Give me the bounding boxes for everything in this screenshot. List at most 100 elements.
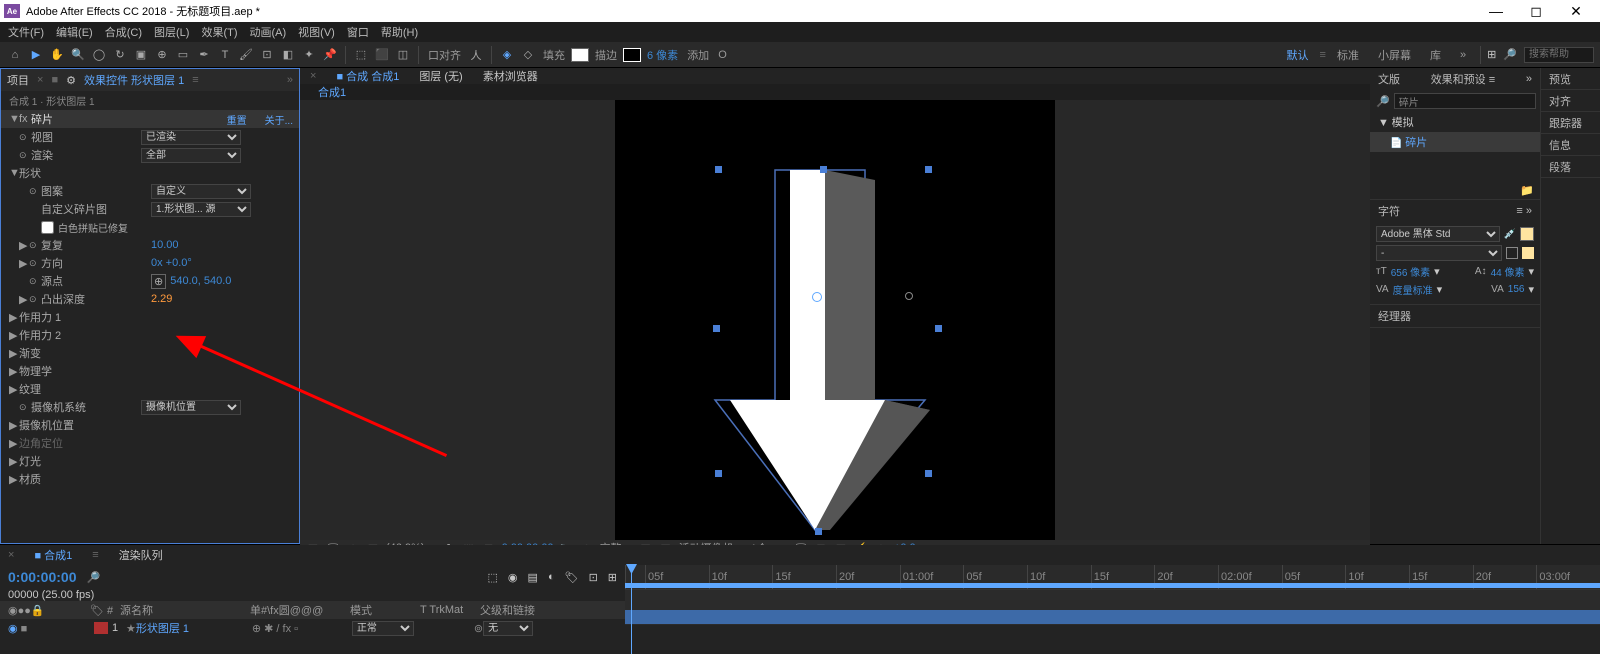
leading-value[interactable]: 44 像素	[1491, 264, 1525, 279]
font-style-select[interactable]: -	[1376, 245, 1502, 261]
workspace-small[interactable]: 小屏幕	[1370, 45, 1419, 65]
help-search-input[interactable]	[1524, 47, 1594, 63]
direction-value[interactable]: 0x +0.0°	[151, 257, 192, 269]
panel-more-icon[interactable]: »	[1526, 73, 1532, 85]
about-link[interactable]: 关于...	[265, 112, 293, 127]
maximize-button[interactable]: ◻	[1516, 3, 1556, 20]
timeline-tab-comp[interactable]: ■ 合成1	[34, 547, 72, 563]
menu-anim[interactable]: 动画(A)	[250, 24, 287, 40]
workspace-more-icon[interactable]: »	[1452, 47, 1474, 63]
rotate-tool[interactable]: ↻	[111, 46, 129, 64]
cam-sys-select[interactable]: 摄像机位置	[141, 400, 241, 415]
puppet-tool[interactable]: 📌	[321, 46, 339, 64]
viewer-tab-comp[interactable]: ■ 合成 合成1	[336, 68, 399, 84]
new-bin-icon[interactable]: 📁	[1370, 182, 1540, 199]
col-trkmat[interactable]: T TrkMat	[420, 604, 480, 616]
effect-name[interactable]: 碎片	[31, 111, 141, 127]
menu-comp[interactable]: 合成(C)	[105, 24, 142, 40]
fill-color-swatch[interactable]	[1522, 247, 1534, 259]
tab-effects-presets[interactable]: 效果和预设 ≡	[1431, 71, 1495, 87]
fx-search-input[interactable]	[1394, 93, 1536, 109]
playhead[interactable]	[631, 565, 632, 654]
layer-name[interactable]: 形状图层 1	[136, 620, 252, 636]
timeline-tab-queue[interactable]: 渲染队列	[119, 547, 163, 563]
add-menu-icon[interactable]: O	[718, 49, 727, 61]
eyedropper-icon[interactable]: 💉	[1504, 229, 1516, 240]
fill-label[interactable]: 填充	[543, 47, 565, 63]
local-axis-icon[interactable]: ⬚	[352, 46, 370, 64]
tl-opt7-icon[interactable]: ⊞	[608, 571, 617, 584]
origin-value[interactable]: 540.0, 540.0	[170, 275, 231, 287]
composition-canvas[interactable]	[615, 100, 1055, 540]
comp-breadcrumb[interactable]: 合成1	[300, 84, 1370, 100]
origin-crosshair-icon[interactable]: ⊕	[151, 274, 166, 289]
snap-label[interactable]: 口对齐	[428, 47, 461, 63]
panel-manager-header[interactable]: 经理器	[1370, 305, 1540, 327]
font-size-value[interactable]: 656 像素	[1391, 264, 1430, 279]
workspace-standard[interactable]: 标准	[1329, 45, 1367, 65]
zoom-tool[interactable]: 🔍	[69, 46, 87, 64]
menu-view[interactable]: 视图(V)	[298, 24, 335, 40]
white-tile-checkbox[interactable]	[41, 221, 54, 234]
layer-duration-bar[interactable]	[625, 610, 1600, 624]
tl-opt5-icon[interactable]: 🏷	[565, 571, 579, 584]
col-mode[interactable]: 模式	[350, 602, 420, 618]
col-parent[interactable]: 父级和链接	[480, 602, 535, 618]
kerning-value[interactable]: 度量标准	[1393, 282, 1433, 297]
eraser-tool[interactable]: ◧	[279, 46, 297, 64]
mask-mode-icon[interactable]: ◈	[498, 46, 516, 64]
fx-category[interactable]: 模拟	[1392, 117, 1414, 129]
tab-fx-controls[interactable]: 效果控件 形状图层 1	[84, 72, 184, 88]
tl-opt2-icon[interactable]: ◉	[508, 571, 518, 584]
panel-menu-icon[interactable]: »	[287, 74, 293, 86]
menu-help[interactable]: 帮助(H)	[381, 24, 418, 40]
tab-project[interactable]: 项目	[7, 72, 29, 88]
add-label[interactable]: 添加	[687, 47, 709, 63]
parent-select[interactable]: 无	[483, 621, 533, 636]
tracking-value[interactable]: 156	[1508, 284, 1525, 295]
reset-link[interactable]: 重置	[227, 112, 247, 127]
tab-text[interactable]: 文版	[1378, 71, 1400, 87]
anchor-tool[interactable]: ⊕	[153, 46, 171, 64]
orbit-tool[interactable]: ◯	[90, 46, 108, 64]
render-select[interactable]: 全部	[141, 148, 241, 163]
bezier-icon[interactable]: ◇	[519, 46, 537, 64]
panel-align[interactable]: 对齐	[1541, 90, 1600, 112]
timeline-search-icon[interactable]: 🔎	[87, 571, 101, 584]
view-axis-icon[interactable]: ◫	[394, 46, 412, 64]
stroke-color-swatch[interactable]	[1506, 247, 1518, 259]
tl-opt1-icon[interactable]: ⬚	[488, 571, 498, 584]
snap-opt-icon[interactable]: 人	[467, 46, 485, 64]
roto-tool[interactable]: ✦	[300, 46, 318, 64]
menu-file[interactable]: 文件(F)	[8, 24, 44, 40]
menu-layer[interactable]: 图层(L)	[154, 24, 189, 40]
home-icon[interactable]: ⌂	[6, 46, 24, 64]
stroke-width[interactable]: 6 像素	[647, 47, 678, 63]
stamp-tool[interactable]: ⊡	[258, 46, 276, 64]
col-source[interactable]: 源名称	[120, 602, 250, 618]
menu-effect[interactable]: 效果(T)	[201, 24, 237, 40]
brush-tool[interactable]: 🖌	[237, 46, 255, 64]
custom-map-select[interactable]: 1.形状图... 源	[151, 202, 251, 217]
text-tool[interactable]: T	[216, 46, 234, 64]
pen-tool[interactable]: ✒	[195, 46, 213, 64]
menu-edit[interactable]: 编辑(E)	[56, 24, 93, 40]
camera-tool[interactable]: ▣	[132, 46, 150, 64]
panel-preview[interactable]: 预览	[1541, 68, 1600, 90]
font-family-select[interactable]: Adobe 黑体 Std	[1376, 226, 1500, 242]
pattern-select[interactable]: 自定义	[151, 184, 251, 199]
text-color-swatch[interactable]	[1520, 227, 1534, 241]
tl-opt4-icon[interactable]: ◐	[548, 571, 555, 583]
view-select[interactable]: 已渲染	[141, 130, 241, 145]
selection-tool[interactable]: ▶	[27, 46, 45, 64]
workspace-default[interactable]: 默认	[1279, 45, 1317, 65]
timeline-layer-row[interactable]: ◉ ■ 1 ★ 形状图层 1 ⊕ ✱ / fx ▫ 正常 ⊚ 无	[0, 619, 625, 637]
close-button[interactable]: ✕	[1556, 3, 1596, 20]
tl-opt6-icon[interactable]: ⊡	[589, 571, 598, 584]
fill-swatch[interactable]	[571, 48, 589, 62]
fx-item-shatter[interactable]: 碎片	[1405, 137, 1427, 149]
tree-collapse-icon[interactable]: ▼	[1378, 117, 1389, 129]
current-time[interactable]: 0:00:00:00	[8, 569, 77, 585]
blend-mode-select[interactable]: 正常	[352, 621, 414, 636]
collapse-icon[interactable]: ▼	[9, 113, 19, 125]
